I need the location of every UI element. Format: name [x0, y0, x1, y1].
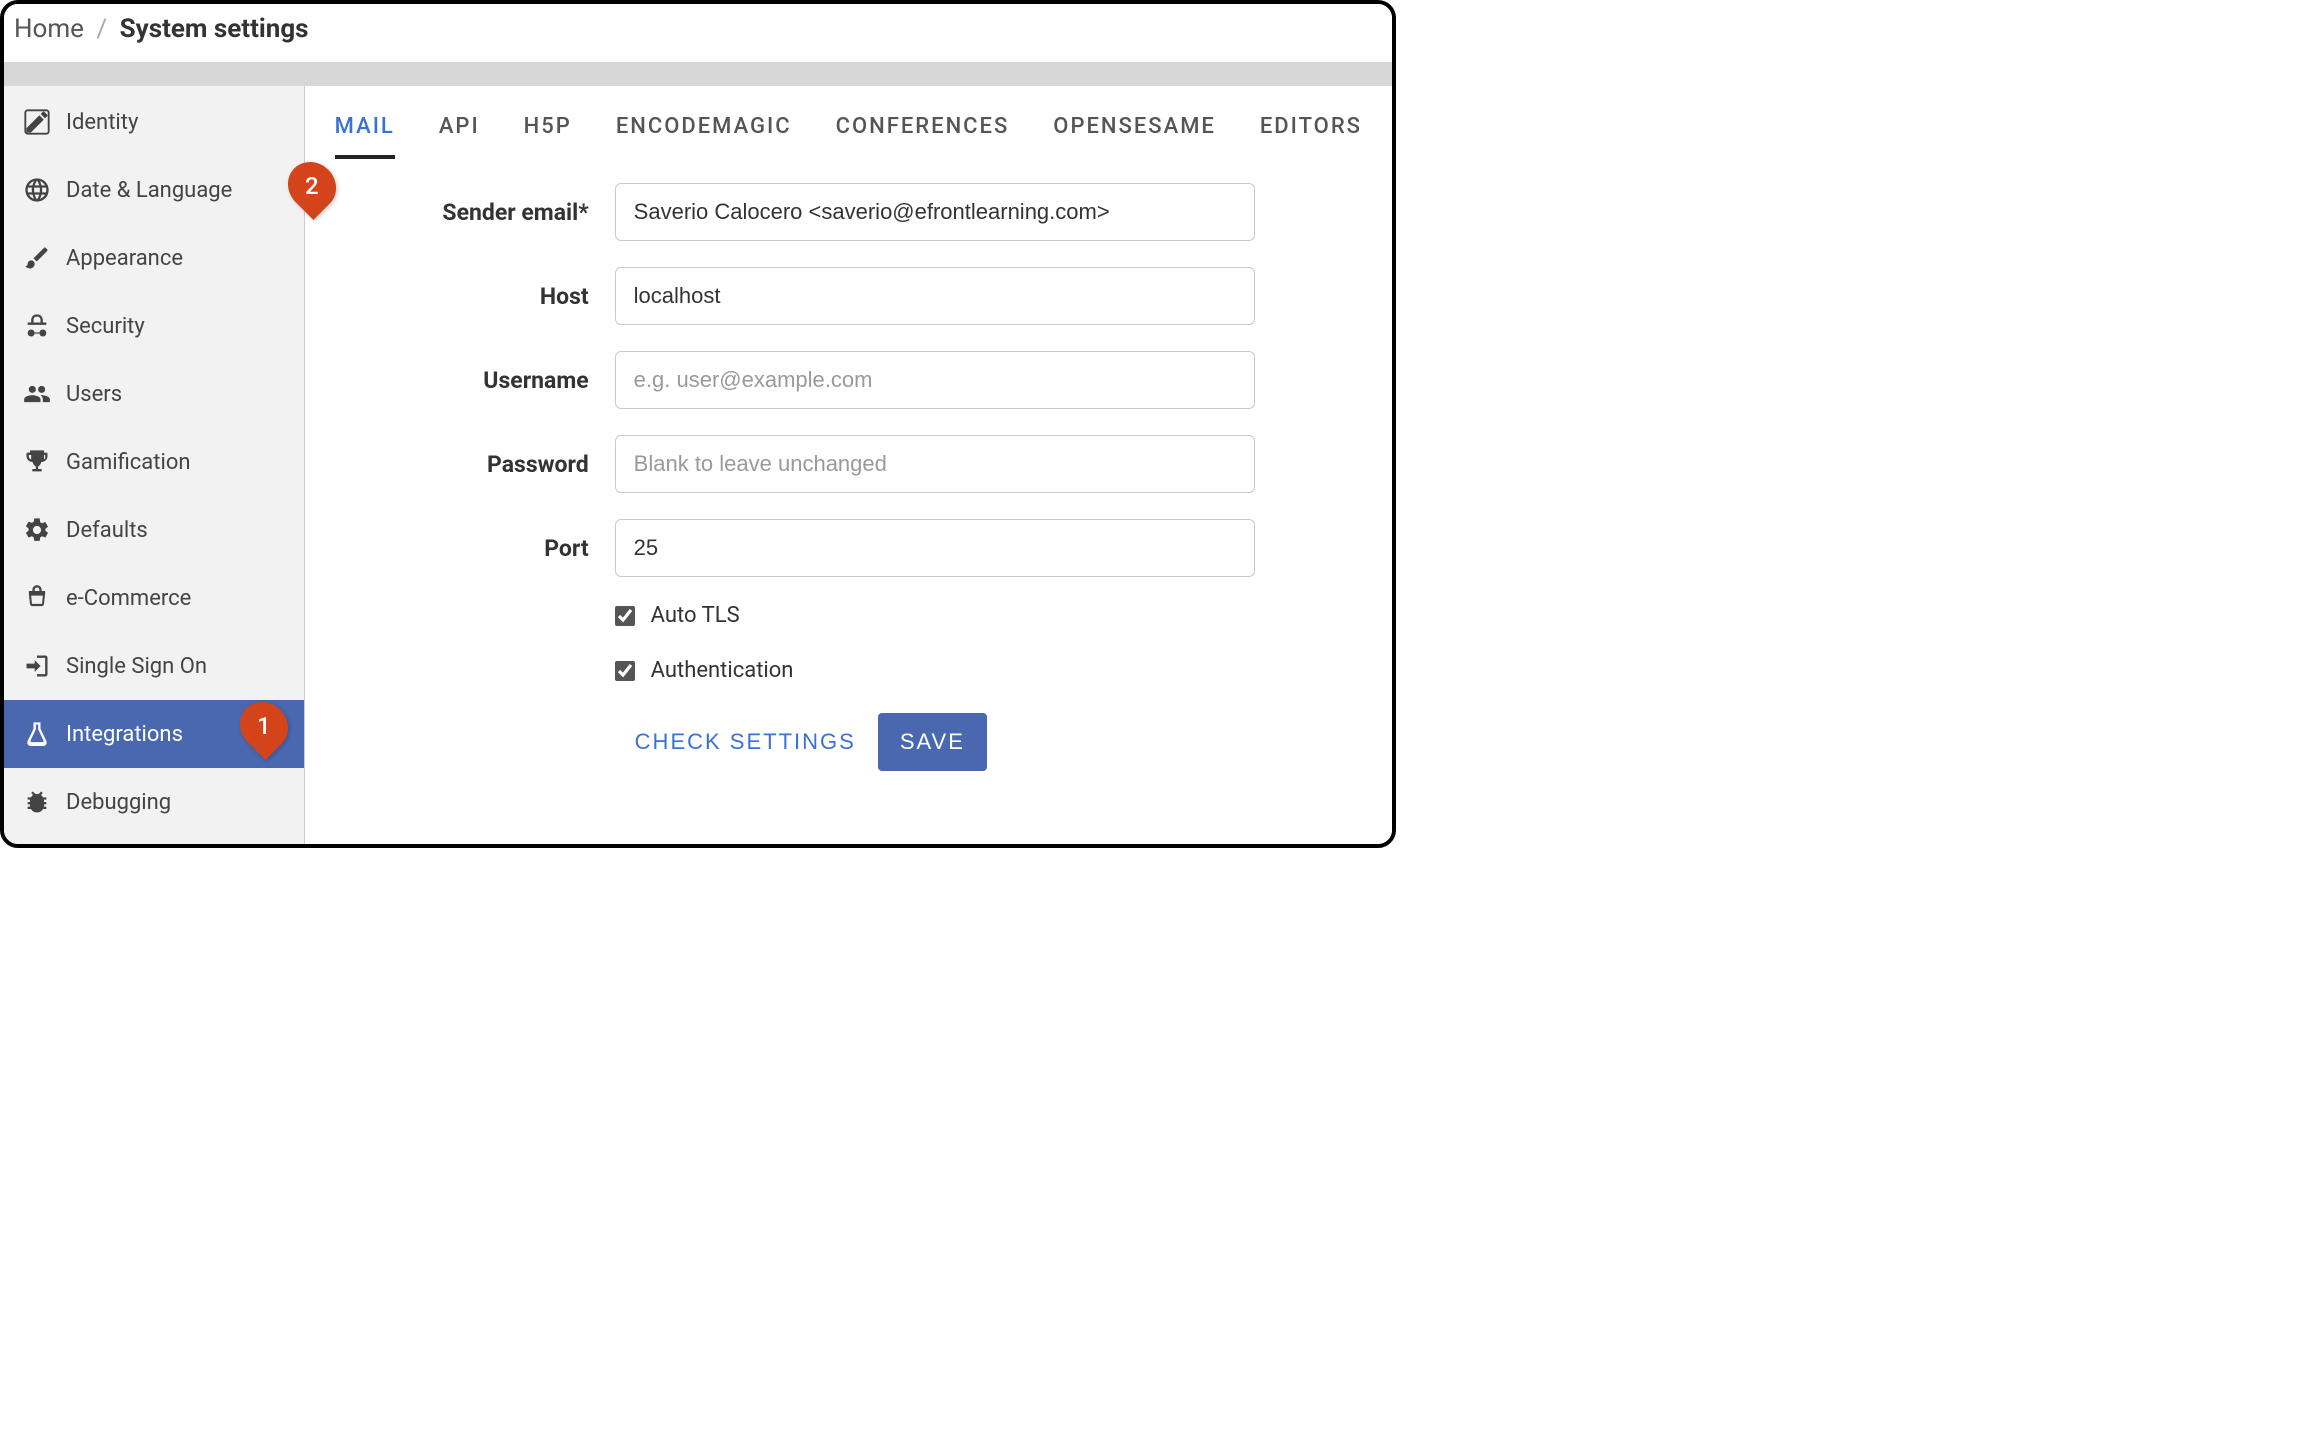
bug-icon: [22, 787, 52, 817]
sidebar-item-label: e-Commerce: [66, 586, 191, 611]
sidebar-item-label: Identity: [66, 110, 138, 135]
sidebar-item-label: Security: [66, 314, 145, 339]
sidebar-item-label: Defaults: [66, 518, 148, 543]
tab-editors[interactable]: EDITORS: [1260, 114, 1362, 155]
sidebar-item-security[interactable]: Security: [4, 292, 304, 360]
row-auto-tls: Auto TLS: [615, 603, 1362, 628]
save-button[interactable]: SAVE: [878, 713, 987, 771]
input-host[interactable]: [615, 267, 1255, 325]
sidebar-item-ecommerce[interactable]: e-Commerce: [4, 564, 304, 632]
globe-icon: [22, 175, 52, 205]
sidebar-item-defaults[interactable]: Defaults: [4, 496, 304, 564]
sidebar-item-appearance[interactable]: Appearance: [4, 224, 304, 292]
breadcrumb-home[interactable]: Home: [14, 14, 84, 44]
brush-icon: [22, 243, 52, 273]
sidebar-item-label: Appearance: [66, 246, 183, 271]
input-port[interactable]: [615, 519, 1255, 577]
input-username[interactable]: [615, 351, 1255, 409]
row-authentication: Authentication: [615, 658, 1362, 683]
row-port: Port: [335, 519, 1362, 577]
flask-icon: [22, 719, 52, 749]
tab-opensesame[interactable]: OPENSESAME: [1053, 114, 1216, 155]
checkbox-authentication[interactable]: [615, 661, 635, 681]
breadcrumb-separator: /: [96, 14, 107, 44]
row-sender-email: Sender email*: [335, 183, 1362, 241]
signin-icon: [22, 651, 52, 681]
label-auto-tls: Auto TLS: [651, 603, 740, 628]
checkbox-auto-tls[interactable]: [615, 606, 635, 626]
sidebar-item-date-language[interactable]: Date & Language: [4, 156, 304, 224]
sidebar-item-label: Single Sign On: [66, 654, 207, 679]
annotation-badge-1-text: 1: [257, 712, 271, 740]
actions: CHECK SETTINGS SAVE: [635, 713, 1362, 771]
label-username: Username: [335, 367, 615, 394]
cogs-icon: [22, 515, 52, 545]
sidebar-item-identity[interactable]: Identity: [4, 88, 304, 156]
label-sender-email: Sender email*: [335, 199, 615, 226]
tab-encodemagic[interactable]: ENCODEMAGIC: [616, 114, 792, 155]
label-port: Port: [335, 535, 615, 562]
trophy-icon: [22, 447, 52, 477]
main: Identity Date & Language Appearance Secu…: [4, 86, 1392, 848]
annotation-badge-2-text: 2: [305, 172, 319, 200]
sidebar-item-label: Users: [66, 382, 122, 407]
cart-icon: [22, 583, 52, 613]
sidebar-item-label: Gamification: [66, 450, 191, 475]
row-password: Password: [335, 435, 1362, 493]
content: MAIL API H5P ENCODEMAGIC CONFERENCES OPE…: [305, 86, 1392, 848]
label-host: Host: [335, 283, 615, 310]
check-settings-button[interactable]: CHECK SETTINGS: [635, 715, 856, 769]
tab-h5p[interactable]: H5P: [524, 114, 572, 155]
label-authentication: Authentication: [651, 658, 794, 683]
tab-mail[interactable]: MAIL: [335, 114, 395, 159]
row-host: Host: [335, 267, 1362, 325]
sidebar-item-label: Debugging: [66, 790, 171, 815]
sidebar-item-gamification[interactable]: Gamification: [4, 428, 304, 496]
sidebar-item-label: Integrations: [66, 722, 183, 747]
divider-bar: [4, 62, 1392, 86]
tab-api[interactable]: API: [439, 114, 480, 155]
sidebar-item-label: Date & Language: [66, 178, 232, 203]
form: Sender email* Host Username Password Por: [305, 159, 1392, 771]
label-password: Password: [335, 451, 615, 478]
sidebar-item-users[interactable]: Users: [4, 360, 304, 428]
window: Home / System settings Identity Date & L…: [0, 0, 1396, 848]
edit-icon: [22, 107, 52, 137]
row-username: Username: [335, 351, 1362, 409]
sidebar-item-debugging[interactable]: Debugging: [4, 768, 304, 836]
spy-icon: [22, 311, 52, 341]
breadcrumb-current: System settings: [120, 14, 309, 44]
tabs: MAIL API H5P ENCODEMAGIC CONFERENCES OPE…: [305, 86, 1392, 159]
input-sender-email[interactable]: [615, 183, 1255, 241]
breadcrumb: Home / System settings: [4, 4, 1392, 62]
users-icon: [22, 379, 52, 409]
sidebar-item-sso[interactable]: Single Sign On: [4, 632, 304, 700]
tab-conferences[interactable]: CONFERENCES: [836, 114, 1010, 155]
input-password[interactable]: [615, 435, 1255, 493]
